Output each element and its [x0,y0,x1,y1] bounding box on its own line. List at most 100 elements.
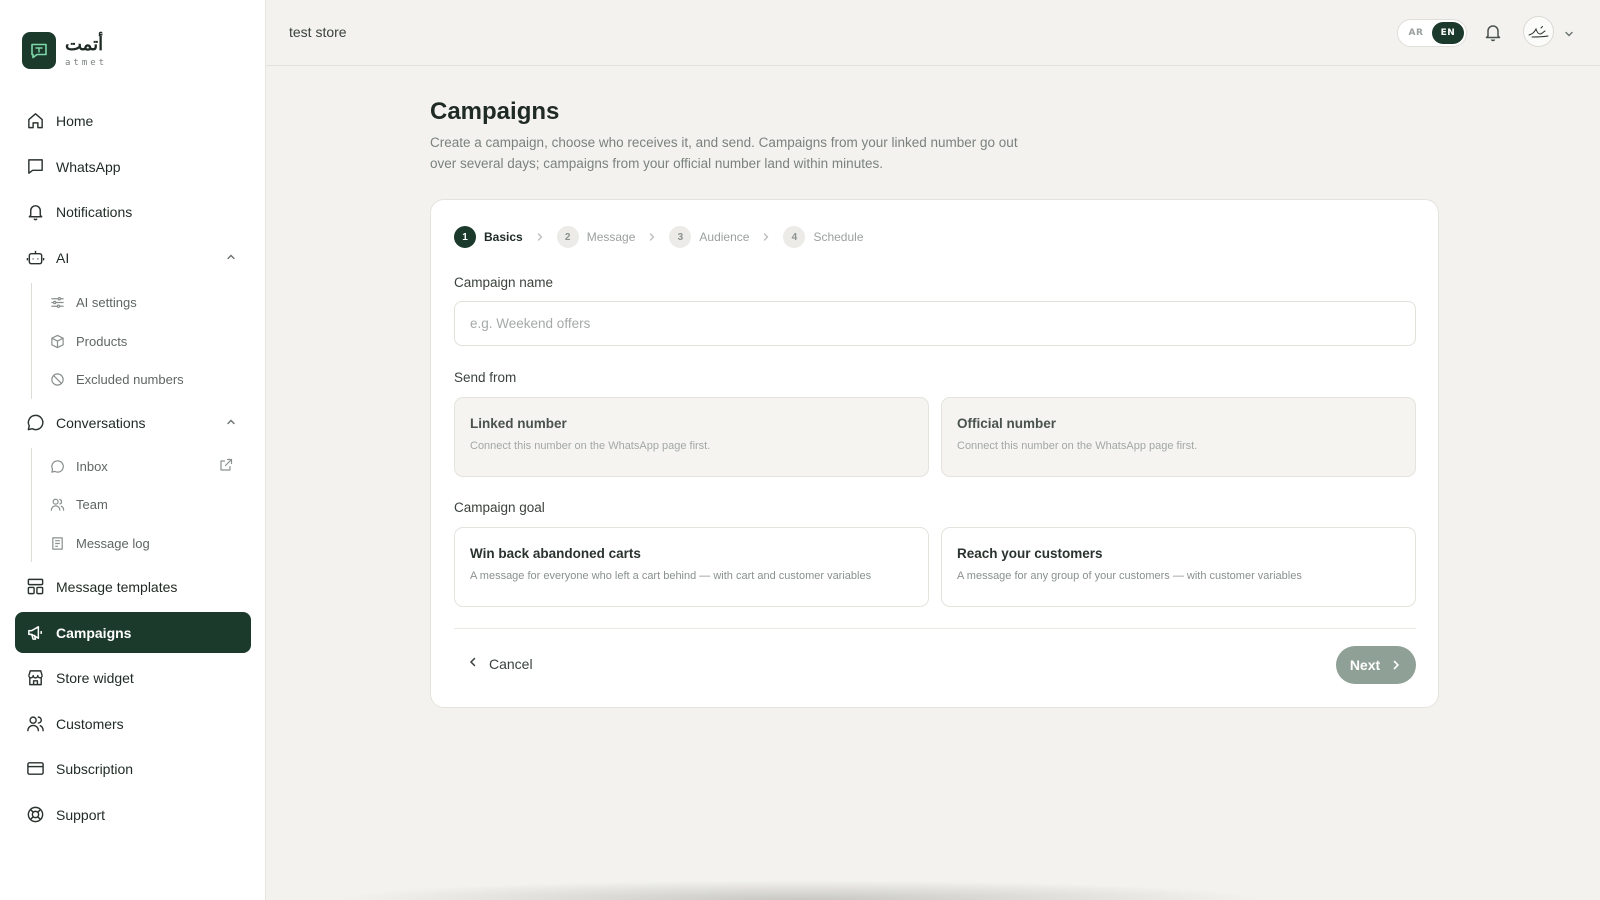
chevron-down-icon[interactable] [1563,27,1575,45]
sidebar-item-label: Message templates [56,578,178,595]
brand-name-ar: أتمت [65,33,104,54]
sidebar: أتمت atmet Home WhatsApp Notifications A… [0,0,266,900]
sidebar-item-ai[interactable]: AI [15,237,251,278]
step-basics[interactable]: 1 Basics [454,226,523,248]
sidebar-item-home[interactable]: Home [15,100,251,141]
sidebar-item-label: Campaigns [56,624,132,641]
step-label: Basics [484,230,523,244]
avatar[interactable] [1523,16,1554,47]
box-icon [49,333,65,349]
sidebar-item-subscription[interactable]: Subscription [15,748,251,789]
page-title: Campaigns [430,98,560,125]
goal-reach-customers-option[interactable]: Reach your customers A message for any g… [941,527,1416,607]
next-label: Next [1349,657,1381,673]
brand-name-en: atmet [65,57,108,68]
sidebar-subitem-label: Team [76,496,108,512]
sidebar-item-label: Subscription [56,760,134,777]
wizard-steps: 1 Basics 2 Message 3 Audience 4 Schedule [454,226,864,248]
chevron-up-icon[interactable] [225,250,237,268]
chevron-right-icon [1390,659,1402,671]
chevron-right-icon [535,232,545,242]
sliders-icon [49,294,65,310]
sidebar-subitem-message-log[interactable]: Message log [49,527,249,559]
chat-square-icon [26,157,45,176]
campaign-name-input[interactable] [454,301,1416,346]
chat-bubble-icon [26,413,45,432]
submenu-line [31,283,32,399]
lifebuoy-icon [26,805,45,824]
option-description: A message for everyone who left a cart b… [470,570,872,582]
ban-icon [49,371,65,387]
send-from-linked-number-option[interactable]: Linked number Connect this number on the… [454,397,929,477]
sidebar-item-store-widget[interactable]: Store widget [15,657,251,698]
sidebar-item-conversations[interactable]: Conversations [15,402,251,443]
option-title: Win back abandoned carts [470,546,641,561]
chevron-up-icon[interactable] [225,415,237,433]
sidebar-item-notifications[interactable]: Notifications [15,191,251,232]
send-from-label: Send from [454,370,517,385]
campaign-name-label: Campaign name [454,275,554,290]
campaign-wizard-card: 1 Basics 2 Message 3 Audience 4 Schedule… [430,199,1439,708]
users-icon [49,496,65,512]
sidebar-item-label: Store widget [56,669,134,686]
option-title: Linked number [470,416,567,431]
sidebar-item-campaigns[interactable]: Campaigns [15,612,251,653]
robot-icon [26,248,45,267]
external-link-icon[interactable] [219,458,233,477]
step-message[interactable]: 2 Message [556,226,636,248]
chevron-right-icon [647,232,657,242]
chevron-left-icon [467,655,479,673]
step-number: 1 [454,226,476,248]
template-icon [26,577,45,596]
lang-ar-option[interactable]: AR [1400,22,1432,44]
step-number: 4 [783,226,806,248]
step-number: 3 [669,226,692,248]
sidebar-item-whatsapp[interactable]: WhatsApp [15,146,251,187]
sidebar-item-message-templates[interactable]: Message templates [15,566,251,607]
bell-icon [26,202,45,221]
sidebar-subitem-inbox[interactable]: Inbox [49,450,249,482]
submenu-line [31,448,32,562]
step-label: Audience [699,230,750,244]
sidebar-item-label: Customers [56,715,124,732]
notifications-bell-icon[interactable] [1483,22,1503,47]
brand-logo-icon [22,32,56,69]
sidebar-item-label: Support [56,806,106,823]
sidebar-subitem-label: Inbox [76,458,108,474]
sidebar-subitem-label: AI settings [76,294,137,310]
megaphone-icon [26,623,45,642]
chat-bubble-icon [49,458,65,474]
page-description: Create a campaign, choose who receives i… [430,135,1018,171]
next-button[interactable]: Next [1336,646,1416,684]
sidebar-subitem-excluded-numbers[interactable]: Excluded numbers [49,363,249,395]
sidebar-subitem-products[interactable]: Products [49,325,249,357]
sidebar-subitem-ai-settings[interactable]: AI settings [49,286,249,318]
cancel-label: Cancel [489,656,533,672]
brand[interactable]: أتمت atmet [22,32,107,69]
sidebar-subitem-label: Message log [76,535,150,551]
step-label: Message [586,230,636,244]
goal-abandoned-carts-option[interactable]: Win back abandoned carts A message for e… [454,527,929,607]
card-divider [454,628,1416,629]
step-audience[interactable]: 3 Audience [669,226,749,248]
log-icon [49,535,65,551]
option-title: Official number [957,416,1057,431]
store-icon [26,668,45,687]
option-description: Connect this number on the WhatsApp page… [470,440,711,452]
sidebar-item-customers[interactable]: Customers [15,703,251,744]
lang-en-option[interactable]: EN [1432,22,1464,44]
send-from-official-number-option[interactable]: Official number Connect this number on t… [941,397,1416,477]
sidebar-item-label: WhatsApp [56,158,121,175]
sidebar-subitem-label: Products [76,333,128,349]
sidebar-item-support[interactable]: Support [15,794,251,835]
sidebar-subitem-team[interactable]: Team [49,488,249,520]
store-name[interactable]: test store [289,24,347,40]
step-schedule[interactable]: 4 Schedule [783,226,864,248]
home-icon [26,111,45,130]
language-toggle[interactable]: AR EN [1397,19,1467,47]
cancel-button[interactable]: Cancel [467,652,533,676]
chevron-right-icon [761,232,771,242]
credit-card-icon [26,759,45,778]
campaign-goal-label: Campaign goal [454,500,545,515]
sidebar-item-label: Conversations [56,414,146,431]
